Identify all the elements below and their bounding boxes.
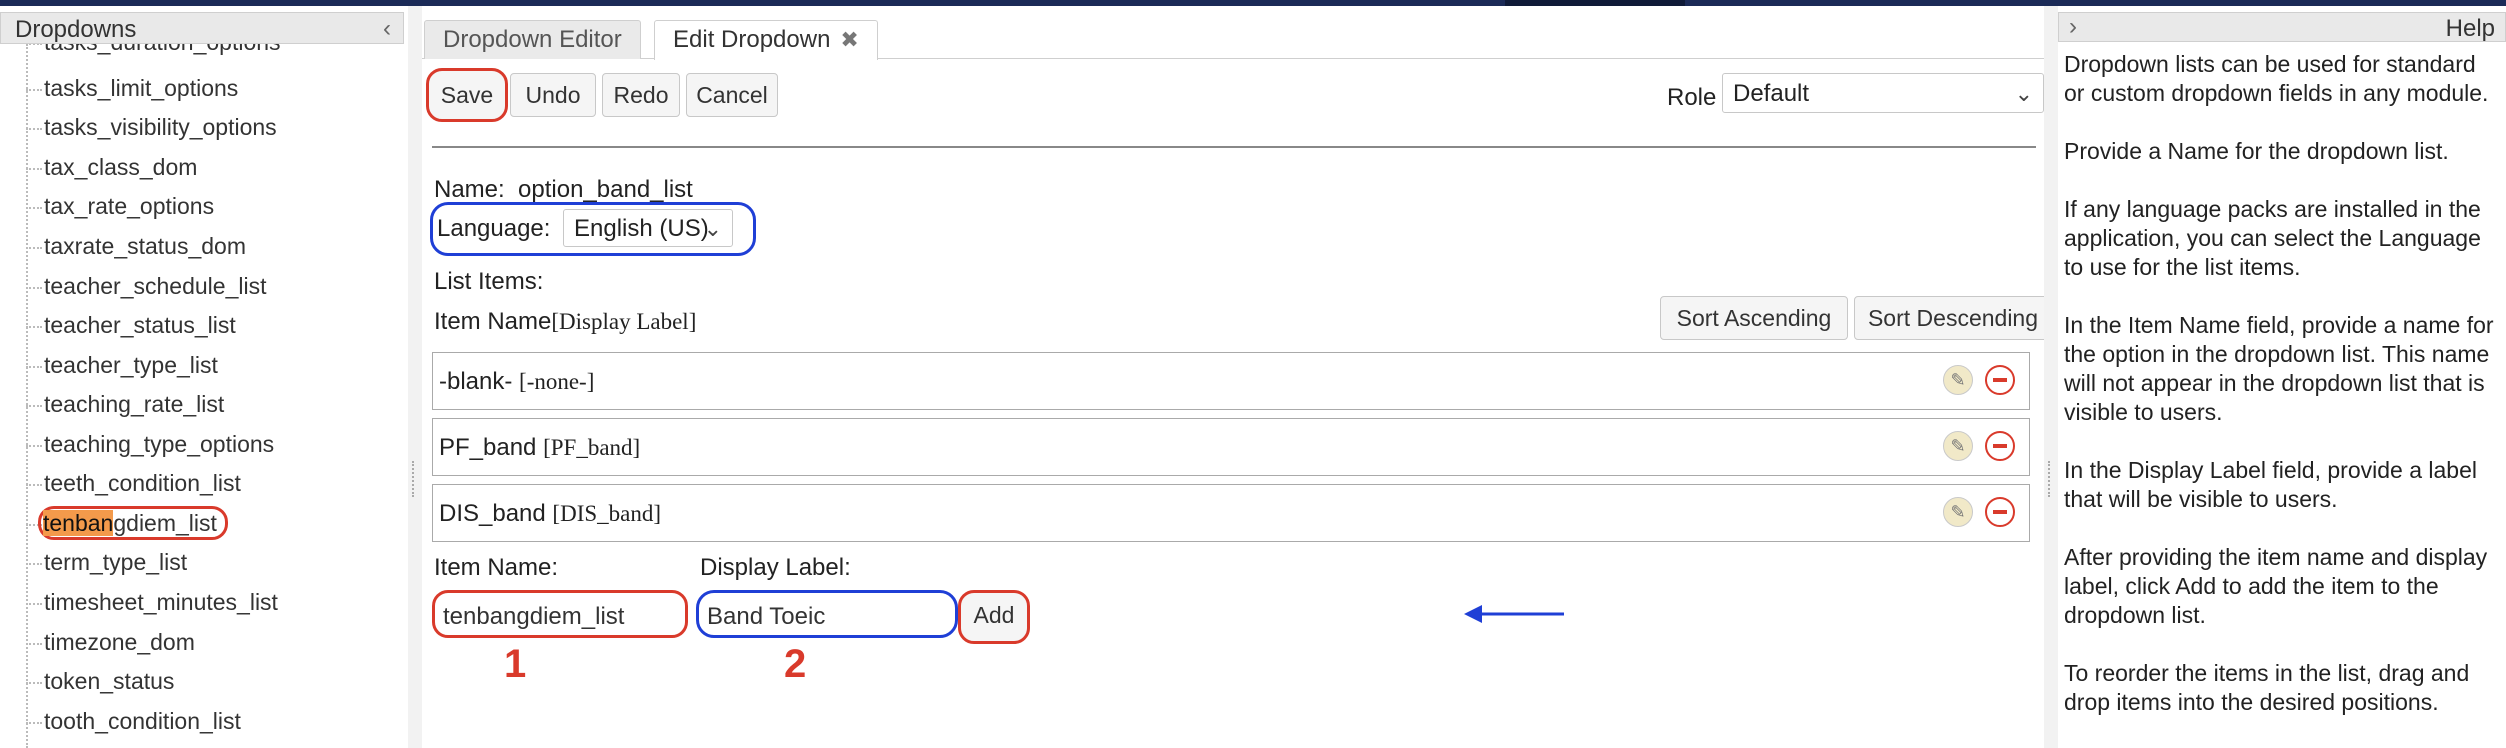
save-button[interactable]: Save <box>426 68 508 122</box>
undo-button[interactable]: Undo <box>510 73 596 117</box>
delete-icon[interactable] <box>1985 365 2015 395</box>
list-items-label: List Items: <box>434 268 544 295</box>
chevron-down-icon: ⌄ <box>703 216 722 241</box>
tree-item[interactable]: teeth_condition_list <box>26 465 241 501</box>
tree-item[interactable]: teaching_rate_list <box>26 386 224 422</box>
cancel-button[interactable]: Cancel <box>686 73 778 117</box>
redo-button[interactable]: Redo <box>602 73 680 117</box>
edit-icon[interactable]: ✎ <box>1943 365 1973 395</box>
tree-item[interactable]: tooth_condition_list <box>26 703 241 739</box>
tree-item[interactable]: tax_rate_options <box>26 188 214 224</box>
list-column-header: Item Name[Display Label] <box>434 308 697 335</box>
help-panel-header: › Help <box>2058 12 2506 42</box>
help-text: Dropdown lists can be used for standard … <box>2064 51 2494 715</box>
edit-icon[interactable]: ✎ <box>1943 431 1973 461</box>
dropdown-tree: tasks_duration_options tasks_limit_optio… <box>0 44 404 748</box>
list-item[interactable]: PF_band [PF_band] ✎ <box>432 418 2030 476</box>
delete-icon[interactable] <box>1985 431 2015 461</box>
tree-item[interactable]: tax_class_dom <box>26 149 197 185</box>
selected-item-annotation: tenbangdiem_list <box>38 506 228 540</box>
dropdowns-panel: Dropdowns ‹ tasks_duration_options tasks… <box>0 6 409 748</box>
item-name-input[interactable]: tenbangdiem_list <box>432 590 688 638</box>
tree-item[interactable]: taxrate_status_dom <box>26 228 246 264</box>
role-select[interactable]: Default ⌄ <box>1722 73 2044 113</box>
delete-icon[interactable] <box>1985 497 2015 527</box>
tree-item[interactable]: timezone_dom <box>26 624 195 660</box>
tree-item[interactable]: token_status <box>26 663 174 699</box>
edit-dropdown-panel: Dropdown Editor Edit Dropdown ✖ Save Undo… <box>422 6 2052 748</box>
tree-item[interactable]: teaching_type_options <box>26 426 274 462</box>
collapse-left-icon[interactable]: ‹ <box>383 15 391 43</box>
tree-item[interactable]: tasks_limit_options <box>26 70 238 106</box>
tree-item[interactable]: tasks_visibility_options <box>26 109 277 145</box>
close-tab-icon[interactable]: ✖ <box>840 27 858 52</box>
list-item[interactable]: -blank- [-none-] ✎ <box>432 352 2030 410</box>
sort-ascending-button[interactable]: Sort Ascending <box>1660 296 1848 340</box>
left-splitter[interactable] <box>408 6 422 748</box>
right-splitter[interactable] <box>2044 6 2058 748</box>
tree-item[interactable]: tasks_duration_options <box>26 44 281 60</box>
tree-item[interactable]: teacher_schedule_list <box>26 268 266 304</box>
edit-icon[interactable]: ✎ <box>1943 497 1973 527</box>
dropdown-name: Name: option_band_list <box>434 176 693 203</box>
annotation-number-2: 2 <box>784 642 807 686</box>
display-label-input[interactable]: Band Toeic <box>696 590 958 638</box>
help-panel-title: Help <box>2445 15 2495 42</box>
divider <box>432 146 2036 148</box>
tree-item[interactable]: timesheet_minutes_list <box>26 584 278 620</box>
tree-item-selected[interactable]: tenbangdiem_list <box>26 505 228 541</box>
annotation-number-1: 1 <box>504 642 527 686</box>
help-panel: › Help Dropdown lists can be used for st… <box>2058 6 2506 748</box>
language-select[interactable]: English (US) ⌄ <box>563 209 733 247</box>
language-annotation: Language: English (US) ⌄ <box>430 202 756 256</box>
tree-item[interactable]: teacher_status_list <box>26 307 236 343</box>
add-button[interactable]: Add <box>958 590 1030 644</box>
language-label: Language: <box>437 215 551 242</box>
chevron-down-icon: ⌄ <box>2014 81 2033 106</box>
expand-right-icon[interactable]: › <box>2069 13 2077 41</box>
tab-bar: Dropdown Editor Edit Dropdown ✖ <box>422 12 2050 60</box>
tree-item[interactable]: teacher_type_list <box>26 347 218 383</box>
sort-descending-button[interactable]: Sort Descending <box>1854 296 2052 340</box>
search-match-highlight: tenban <box>43 510 114 536</box>
dropdowns-panel-header: Dropdowns ‹ <box>0 12 404 44</box>
role-label: Role <box>1667 84 1717 111</box>
annotation-arrow-icon <box>1464 605 1564 623</box>
item-name-label: Item Name: <box>434 554 559 581</box>
tab-edit-dropdown[interactable]: Edit Dropdown ✖ <box>654 20 878 60</box>
tab-dropdown-editor[interactable]: Dropdown Editor <box>424 20 641 59</box>
dropdowns-panel-title: Dropdowns <box>15 16 137 43</box>
display-label-label: Display Label: <box>700 554 851 581</box>
list-item[interactable]: DIS_band [DIS_band] ✎ <box>432 484 2030 542</box>
tree-item[interactable]: term_type_list <box>26 544 187 580</box>
